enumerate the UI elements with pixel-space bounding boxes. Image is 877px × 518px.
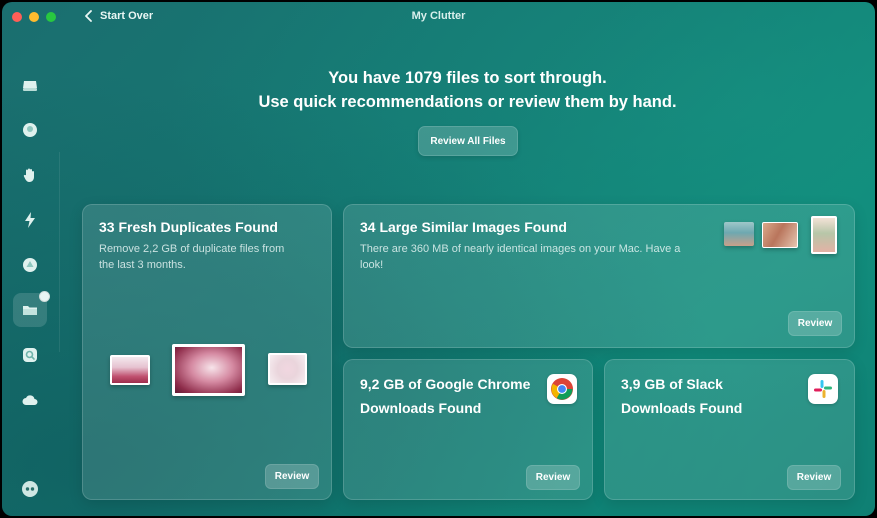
slack-downloads-card[interactable]: 3,9 GB of Slack Downloads Found Review xyxy=(604,359,855,500)
duplicates-desc-line-2: the last 3 months. xyxy=(99,258,186,271)
similar-desc-line-1: There are 360 MB of nearly identical ima… xyxy=(360,243,681,255)
cloud-icon xyxy=(22,395,38,405)
duplicate-thumbnail-left xyxy=(110,355,150,385)
chrome-downloads-card[interactable]: 9,2 GB of Google Chrome Downloads Found … xyxy=(343,359,593,500)
sidebar-item-applications[interactable] xyxy=(13,248,47,282)
search-icon xyxy=(23,348,37,362)
sidebar-item-space-lens[interactable] xyxy=(13,338,47,372)
similar-images-title: 34 Large Similar Images Found xyxy=(360,219,567,235)
sidebar-item-cloud[interactable] xyxy=(13,383,47,417)
chrome-icon xyxy=(547,374,577,404)
slack-title-line-2: Downloads Found xyxy=(621,400,743,416)
review-all-files-button[interactable]: Review All Files xyxy=(418,126,518,156)
duplicates-desc-line-1: Remove 2,2 GB of duplicate files from xyxy=(99,243,285,255)
similar-thumbnail-2 xyxy=(762,222,798,248)
similar-images-review-button[interactable]: Review xyxy=(788,311,842,336)
bolt-icon xyxy=(25,212,35,228)
sidebar-item-protection[interactable] xyxy=(13,113,47,147)
notification-dot xyxy=(39,291,50,302)
headline-line-1: You have 1079 files to sort through. xyxy=(328,69,607,87)
slack-icon xyxy=(808,374,838,404)
chrome-downloads-review-button[interactable]: Review xyxy=(526,465,580,490)
slack-downloads-review-button[interactable]: Review xyxy=(787,465,841,490)
slack-downloads-title: 3,9 GB of Slack Downloads Found xyxy=(621,372,742,420)
duplicate-thumbnail-right xyxy=(268,353,307,385)
app-window: Start Over My Clutter You have 1079 file… xyxy=(2,2,875,516)
sidebar-item-cleanup[interactable] xyxy=(13,68,47,102)
folder-icon xyxy=(23,306,37,315)
headline: You have 1079 files to sort through. Use… xyxy=(60,66,875,114)
slack-title-line-1: 3,9 GB of Slack xyxy=(621,376,723,392)
hand-icon xyxy=(23,168,34,182)
assistant-button[interactable] xyxy=(13,472,47,506)
sidebar-item-performance[interactable] xyxy=(13,203,47,237)
assistant-icon xyxy=(22,481,38,497)
sidebar-item-my-clutter[interactable] xyxy=(13,291,50,327)
similar-desc-line-2: look! xyxy=(360,258,384,271)
apps-icon xyxy=(23,258,37,272)
window-title: My Clutter xyxy=(411,10,466,22)
disk-icon xyxy=(23,81,37,91)
duplicate-thumbnail-center xyxy=(172,344,245,396)
duplicates-card[interactable]: 33 Fresh Duplicates Found Remove 2,2 GB … xyxy=(82,204,332,500)
similar-images-card[interactable]: 34 Large Similar Images Found There are … xyxy=(343,204,855,348)
duplicates-review-button[interactable]: Review xyxy=(265,464,319,489)
shield-icon xyxy=(23,123,37,137)
sidebar-divider xyxy=(59,152,60,352)
duplicates-description: Remove 2,2 GB of duplicate files from th… xyxy=(99,242,284,273)
sidebar-item-privacy[interactable] xyxy=(13,158,47,192)
similar-images-description: There are 360 MB of nearly identical ima… xyxy=(360,242,720,273)
similar-thumbnail-1 xyxy=(724,222,754,246)
chrome-title-line-2: Downloads Found xyxy=(360,400,482,416)
similar-thumbnail-3 xyxy=(811,216,837,254)
headline-line-2: Use quick recommendations or review them… xyxy=(258,93,677,111)
duplicates-title: 33 Fresh Duplicates Found xyxy=(99,219,278,235)
sidebar xyxy=(2,62,60,516)
chrome-title-line-1: 9,2 GB of Google Chrome xyxy=(360,376,531,392)
chrome-downloads-title: 9,2 GB of Google Chrome Downloads Found xyxy=(360,372,530,420)
